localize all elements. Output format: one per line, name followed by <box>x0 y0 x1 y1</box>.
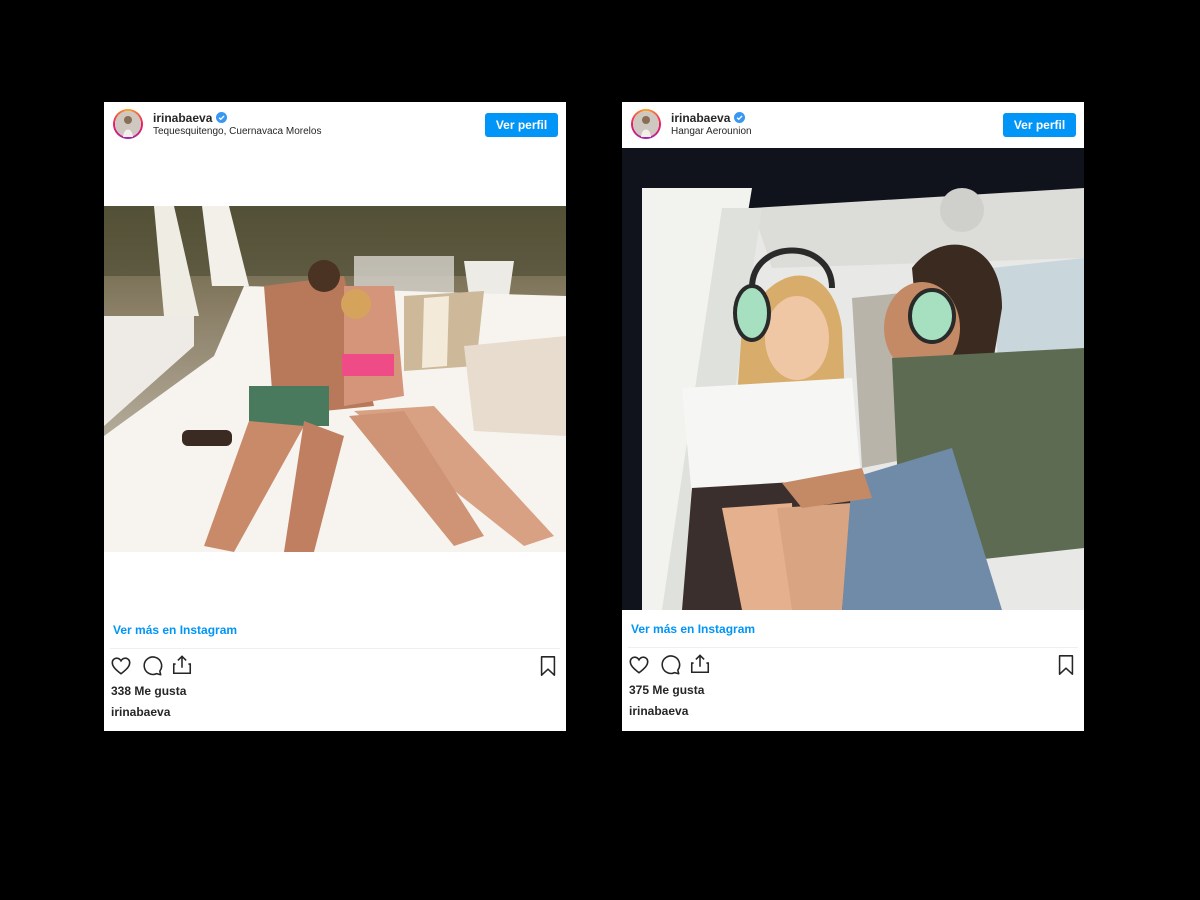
post-header: irinabaeva Hangar Aerounion Ver perfil <box>622 102 1084 148</box>
location-label[interactable]: Hangar Aerounion <box>671 126 752 138</box>
heart-icon[interactable] <box>110 655 132 677</box>
likes-count[interactable]: 375 Me gusta <box>629 683 704 697</box>
avatar[interactable] <box>113 109 143 139</box>
likes-count[interactable]: 338 Me gusta <box>111 684 186 698</box>
post-photo[interactable] <box>622 148 1084 610</box>
instagram-embed-post-2: irinabaeva Hangar Aerounion Ver perfil V… <box>622 102 1084 731</box>
bookmark-icon[interactable] <box>1056 654 1076 676</box>
verified-icon <box>734 112 746 123</box>
heart-icon[interactable] <box>628 654 650 676</box>
view-profile-button[interactable]: Ver perfil <box>485 113 558 137</box>
avatar[interactable] <box>631 109 661 139</box>
bookmark-icon[interactable] <box>538 655 558 677</box>
view-more-link[interactable]: Ver más en Instagram <box>113 623 237 637</box>
divider <box>110 648 560 649</box>
username[interactable]: irinabaeva <box>153 111 228 125</box>
post-header: irinabaeva Tequesquitengo, Cuernavaca Mo… <box>104 102 566 148</box>
post-photo[interactable] <box>104 206 566 552</box>
instagram-embed-post-1: irinabaeva Tequesquitengo, Cuernavaca Mo… <box>104 102 566 731</box>
verified-icon <box>216 112 228 123</box>
comment-icon[interactable] <box>141 655 163 677</box>
comment-icon[interactable] <box>659 654 681 676</box>
location-label[interactable]: Tequesquitengo, Cuernavaca Morelos <box>153 126 321 138</box>
share-icon[interactable] <box>171 654 193 676</box>
divider <box>628 647 1078 648</box>
view-profile-button[interactable]: Ver perfil <box>1003 113 1076 137</box>
caption-username[interactable]: irinabaeva <box>629 704 688 718</box>
share-icon[interactable] <box>689 653 711 675</box>
view-more-link[interactable]: Ver más en Instagram <box>631 622 755 636</box>
username[interactable]: irinabaeva <box>671 111 746 125</box>
caption-username[interactable]: irinabaeva <box>111 705 170 719</box>
